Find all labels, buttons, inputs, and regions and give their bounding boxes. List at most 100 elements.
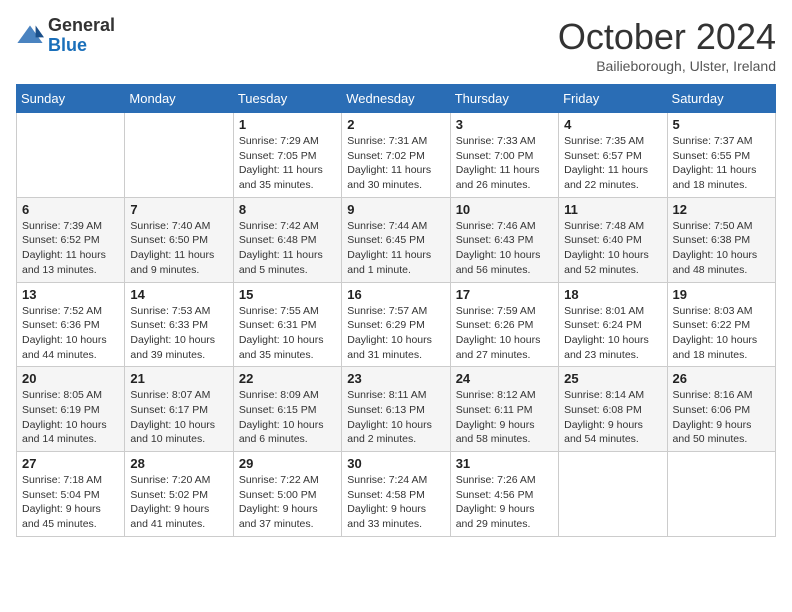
day-info: Sunrise: 7:52 AM Sunset: 6:36 PM Dayligh… <box>22 304 119 363</box>
day-info: Sunrise: 8:01 AM Sunset: 6:24 PM Dayligh… <box>564 304 661 363</box>
day-number: 7 <box>130 202 227 217</box>
day-info: Sunrise: 8:16 AM Sunset: 6:06 PM Dayligh… <box>673 388 770 447</box>
day-info: Sunrise: 7:48 AM Sunset: 6:40 PM Dayligh… <box>564 219 661 278</box>
calendar-cell: 26 Sunrise: 8:16 AM Sunset: 6:06 PM Dayli… <box>667 367 775 452</box>
calendar-cell: 5 Sunrise: 7:37 AM Sunset: 6:55 PM Daylig… <box>667 113 775 198</box>
calendar-cell: 13 Sunrise: 7:52 AM Sunset: 6:36 PM Dayli… <box>17 282 125 367</box>
calendar-cell: 25Sunrise: 8:14 AM Sunset: 6:08 PM Dayli… <box>559 367 667 452</box>
day-info: Sunrise: 7:26 AM Sunset: 4:56 PM Dayligh… <box>456 473 553 532</box>
calendar-cell: 30 Sunrise: 7:24 AM Sunset: 4:58 PM Dayli… <box>342 452 450 537</box>
calendar-cell <box>667 452 775 537</box>
day-number: 24 <box>456 371 553 386</box>
day-info: Sunrise: 7:53 AM Sunset: 6:33 PM Dayligh… <box>130 304 227 363</box>
calendar-cell: 16 Sunrise: 7:57 AM Sunset: 6:29 PM Dayli… <box>342 282 450 367</box>
calendar-cell: 31 Sunrise: 7:26 AM Sunset: 4:56 PM Dayli… <box>450 452 558 537</box>
day-info: Sunrise: 7:24 AM Sunset: 4:58 PM Dayligh… <box>347 473 444 532</box>
day-number: 26 <box>673 371 770 386</box>
weekday-header-friday: Friday <box>559 85 667 113</box>
month-title: October 2024 <box>558 16 776 58</box>
weekday-header-monday: Monday <box>125 85 233 113</box>
weekday-header-saturday: Saturday <box>667 85 775 113</box>
day-number: 27 <box>22 456 119 471</box>
calendar-cell: 19 Sunrise: 8:03 AM Sunset: 6:22 PM Dayli… <box>667 282 775 367</box>
calendar-cell: 23 Sunrise: 8:11 AM Sunset: 6:13 PM Dayli… <box>342 367 450 452</box>
calendar-week-row: 27 Sunrise: 7:18 AM Sunset: 5:04 PM Dayli… <box>17 452 776 537</box>
day-info: Sunrise: 8:07 AM Sunset: 6:17 PM Dayligh… <box>130 388 227 447</box>
day-info: Sunrise: 7:18 AM Sunset: 5:04 PM Dayligh… <box>22 473 119 532</box>
day-number: 4 <box>564 117 661 132</box>
day-number: 8 <box>239 202 336 217</box>
calendar-cell: 1Sunrise: 7:29 AM Sunset: 7:05 PM Daylig… <box>233 113 341 198</box>
calendar-table: SundayMondayTuesdayWednesdayThursdayFrid… <box>16 84 776 537</box>
day-number: 10 <box>456 202 553 217</box>
calendar-cell: 12 Sunrise: 7:50 AM Sunset: 6:38 PM Dayli… <box>667 197 775 282</box>
day-info: Sunrise: 7:37 AM Sunset: 6:55 PM Dayligh… <box>673 134 770 193</box>
day-number: 13 <box>22 287 119 302</box>
day-number: 22 <box>239 371 336 386</box>
calendar-cell <box>559 452 667 537</box>
calendar-cell: 17 Sunrise: 7:59 AM Sunset: 6:26 PM Dayli… <box>450 282 558 367</box>
day-info: Sunrise: 7:29 AM Sunset: 7:05 PM Dayligh… <box>239 134 336 193</box>
day-info: Sunrise: 7:59 AM Sunset: 6:26 PM Dayligh… <box>456 304 553 363</box>
logo-blue-text: Blue <box>48 36 115 56</box>
day-number: 6 <box>22 202 119 217</box>
day-number: 9 <box>347 202 444 217</box>
location: Bailieborough, Ulster, Ireland <box>558 58 776 74</box>
logo-icon <box>16 22 44 50</box>
day-number: 30 <box>347 456 444 471</box>
weekday-header-wednesday: Wednesday <box>342 85 450 113</box>
calendar-cell: 11 Sunrise: 7:48 AM Sunset: 6:40 PM Dayli… <box>559 197 667 282</box>
day-info: Sunrise: 8:03 AM Sunset: 6:22 PM Dayligh… <box>673 304 770 363</box>
day-number: 16 <box>347 287 444 302</box>
day-info: Sunrise: 7:22 AM Sunset: 5:00 PM Dayligh… <box>239 473 336 532</box>
calendar-week-row: 6 Sunrise: 7:39 AM Sunset: 6:52 PM Daylig… <box>17 197 776 282</box>
calendar-week-row: 13 Sunrise: 7:52 AM Sunset: 6:36 PM Dayli… <box>17 282 776 367</box>
calendar-cell: 22Sunrise: 8:09 AM Sunset: 6:15 PM Dayli… <box>233 367 341 452</box>
day-number: 23 <box>347 371 444 386</box>
day-number: 19 <box>673 287 770 302</box>
weekday-header-sunday: Sunday <box>17 85 125 113</box>
calendar-cell: 10 Sunrise: 7:46 AM Sunset: 6:43 PM Dayli… <box>450 197 558 282</box>
day-info: Sunrise: 8:05 AM Sunset: 6:19 PM Dayligh… <box>22 388 119 447</box>
calendar-cell: 8Sunrise: 7:42 AM Sunset: 6:48 PM Daylig… <box>233 197 341 282</box>
logo-text: General Blue <box>48 16 115 56</box>
day-info: Sunrise: 7:50 AM Sunset: 6:38 PM Dayligh… <box>673 219 770 278</box>
day-number: 31 <box>456 456 553 471</box>
calendar-cell: 20 Sunrise: 8:05 AM Sunset: 6:19 PM Dayli… <box>17 367 125 452</box>
day-number: 2 <box>347 117 444 132</box>
title-block: October 2024 Bailieborough, Ulster, Irel… <box>558 16 776 74</box>
calendar-header-row: SundayMondayTuesdayWednesdayThursdayFrid… <box>17 85 776 113</box>
day-info: Sunrise: 7:44 AM Sunset: 6:45 PM Dayligh… <box>347 219 444 278</box>
day-info: Sunrise: 8:14 AM Sunset: 6:08 PM Dayligh… <box>564 388 661 447</box>
calendar-cell: 3Sunrise: 7:33 AM Sunset: 7:00 PM Daylig… <box>450 113 558 198</box>
calendar-cell <box>17 113 125 198</box>
day-number: 18 <box>564 287 661 302</box>
calendar-cell: 29Sunrise: 7:22 AM Sunset: 5:00 PM Dayli… <box>233 452 341 537</box>
day-info: Sunrise: 7:39 AM Sunset: 6:52 PM Dayligh… <box>22 219 119 278</box>
day-info: Sunrise: 7:57 AM Sunset: 6:29 PM Dayligh… <box>347 304 444 363</box>
day-info: Sunrise: 7:31 AM Sunset: 7:02 PM Dayligh… <box>347 134 444 193</box>
day-number: 14 <box>130 287 227 302</box>
day-number: 12 <box>673 202 770 217</box>
logo-general-text: General <box>48 16 115 36</box>
day-number: 5 <box>673 117 770 132</box>
calendar-cell <box>125 113 233 198</box>
day-number: 21 <box>130 371 227 386</box>
weekday-header-tuesday: Tuesday <box>233 85 341 113</box>
calendar-week-row: 20 Sunrise: 8:05 AM Sunset: 6:19 PM Dayli… <box>17 367 776 452</box>
day-info: Sunrise: 8:12 AM Sunset: 6:11 PM Dayligh… <box>456 388 553 447</box>
day-info: Sunrise: 7:40 AM Sunset: 6:50 PM Dayligh… <box>130 219 227 278</box>
calendar-cell: 15Sunrise: 7:55 AM Sunset: 6:31 PM Dayli… <box>233 282 341 367</box>
day-number: 17 <box>456 287 553 302</box>
calendar-cell: 18 Sunrise: 8:01 AM Sunset: 6:24 PM Dayli… <box>559 282 667 367</box>
calendar-cell: 4Sunrise: 7:35 AM Sunset: 6:57 PM Daylig… <box>559 113 667 198</box>
day-info: Sunrise: 7:46 AM Sunset: 6:43 PM Dayligh… <box>456 219 553 278</box>
day-number: 28 <box>130 456 227 471</box>
calendar-cell: 27 Sunrise: 7:18 AM Sunset: 5:04 PM Dayli… <box>17 452 125 537</box>
day-info: Sunrise: 7:33 AM Sunset: 7:00 PM Dayligh… <box>456 134 553 193</box>
day-number: 11 <box>564 202 661 217</box>
calendar-week-row: 1Sunrise: 7:29 AM Sunset: 7:05 PM Daylig… <box>17 113 776 198</box>
day-number: 20 <box>22 371 119 386</box>
day-info: Sunrise: 8:11 AM Sunset: 6:13 PM Dayligh… <box>347 388 444 447</box>
weekday-header-thursday: Thursday <box>450 85 558 113</box>
